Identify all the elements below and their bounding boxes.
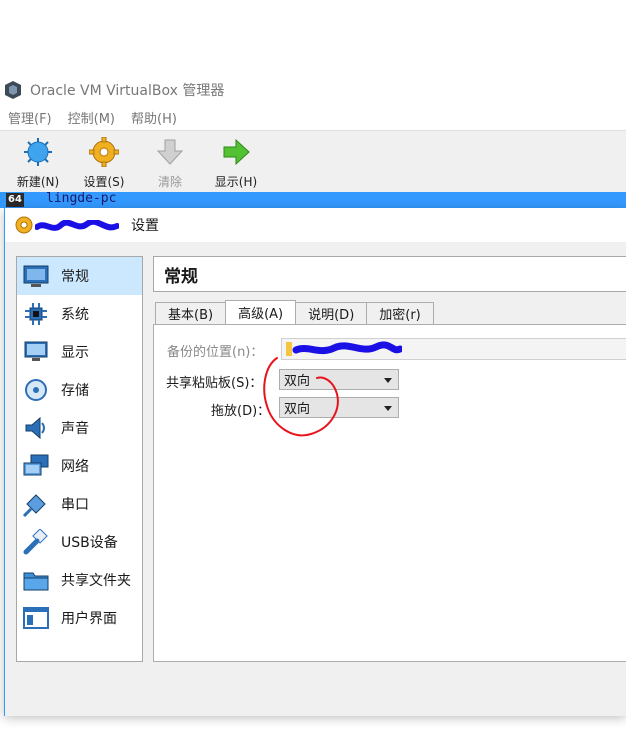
vm-name: lingde-pc (46, 191, 117, 206)
new-button[interactable]: 新建(N) (8, 131, 68, 191)
sidebar-item-serial-port[interactable]: 串口 (17, 485, 142, 523)
sidebar-item-label: 存储 (61, 383, 89, 399)
user-interface-icon (21, 604, 51, 632)
window-title: Oracle VM VirtualBox 管理器 (30, 83, 225, 99)
gear-icon (89, 137, 119, 167)
new-machine-icon (24, 138, 52, 166)
tab-encryption[interactable]: 加密(r) (366, 302, 434, 324)
menu-help[interactable]: 帮助(H) (131, 108, 177, 127)
sidebar-item-storage[interactable]: 存储 (17, 371, 142, 409)
settings-dialog: 设置 常规 系统 显示 存储 声音 网络 串口 USB设备 共享文件夹 用户界面… (4, 208, 626, 716)
new-button-label: 新建(N) (16, 175, 60, 189)
sidebar-item-audio[interactable]: 声音 (17, 409, 142, 447)
settings-button-label: 设置(S) (83, 175, 125, 189)
tab-basic[interactable]: 基本(B) (155, 302, 227, 324)
sidebar-item-system[interactable]: 系统 (17, 295, 142, 333)
red-annotation-circle (263, 357, 339, 437)
sidebar-item-label: 用户界面 (61, 611, 117, 627)
display-icon (21, 338, 51, 366)
show-button-label: 显示(H) (214, 175, 258, 189)
discard-button-label: 清除 (157, 175, 182, 189)
menubar: 管理(F) 控制(M) 帮助(H) (0, 106, 626, 128)
chevron-down-icon (384, 406, 392, 411)
dialog-title: 设置 (131, 218, 159, 234)
toolbar: 新建(N) 设置(S) 清除 显示(H) (0, 130, 626, 192)
snapshot-folder-label: 备份的位置(n)： (167, 345, 264, 360)
show-button[interactable]: 显示(H) (206, 131, 266, 191)
redaction-scribble (35, 220, 119, 231)
storage-icon (21, 376, 51, 404)
chevron-down-icon (384, 378, 392, 383)
serial-port-icon (21, 490, 51, 518)
menu-control[interactable]: 控制(M) (68, 108, 115, 127)
down-arrow-icon (156, 139, 184, 165)
audio-icon (21, 414, 51, 442)
sidebar-item-label: 网络 (61, 459, 89, 475)
right-arrow-icon (223, 138, 250, 166)
sidebar-item-user-interface[interactable]: 用户界面 (17, 599, 142, 637)
shared-clipboard-label: 共享粘贴板(S)： (166, 376, 263, 391)
sidebar-item-label: USB设备 (61, 535, 118, 551)
main-titlebar: Oracle VM VirtualBox 管理器 (0, 76, 626, 104)
settings-sidebar: 常规 系统 显示 存储 声音 网络 串口 USB设备 共享文件夹 用户界面 (16, 256, 143, 662)
settings-button[interactable]: 设置(S) (74, 131, 134, 191)
tab-description[interactable]: 说明(D) (295, 302, 368, 324)
sidebar-item-label: 系统 (61, 307, 89, 323)
sidebar-item-display[interactable]: 显示 (17, 333, 142, 371)
settings-dialog-icon (15, 216, 33, 234)
sidebar-item-label: 声音 (61, 421, 89, 437)
vm-arch-badge: 64 (6, 193, 24, 207)
shared-folder-icon (21, 566, 51, 594)
tab-advanced[interactable]: 高级(A) (225, 300, 297, 324)
sidebar-item-general[interactable]: 常规 (17, 257, 142, 295)
sidebar-item-network[interactable]: 网络 (17, 447, 142, 485)
sidebar-item-label: 共享文件夹 (61, 573, 131, 589)
general-icon (21, 262, 51, 290)
menu-manage[interactable]: 管理(F) (8, 108, 52, 127)
page-title: 常规 (153, 256, 626, 292)
dialog-titlebar: 设置 (5, 208, 626, 242)
sidebar-item-label: 常规 (61, 269, 89, 285)
sidebar-item-label: 显示 (61, 345, 89, 361)
discard-button[interactable]: 清除 (140, 131, 200, 191)
system-icon (21, 300, 51, 328)
sidebar-item-usb[interactable]: USB设备 (17, 523, 142, 561)
tab-bar: 基本(B) 高级(A) 说明(D) 加密(r) (155, 300, 434, 324)
network-icon (21, 452, 51, 480)
virtualbox-logo-icon (5, 81, 21, 99)
screen: Oracle VM VirtualBox 管理器 管理(F) 控制(M) 帮助(… (0, 0, 626, 746)
sidebar-item-label: 串口 (61, 497, 89, 513)
sidebar-item-shared-folders[interactable]: 共享文件夹 (17, 561, 142, 599)
usb-icon (21, 528, 51, 556)
